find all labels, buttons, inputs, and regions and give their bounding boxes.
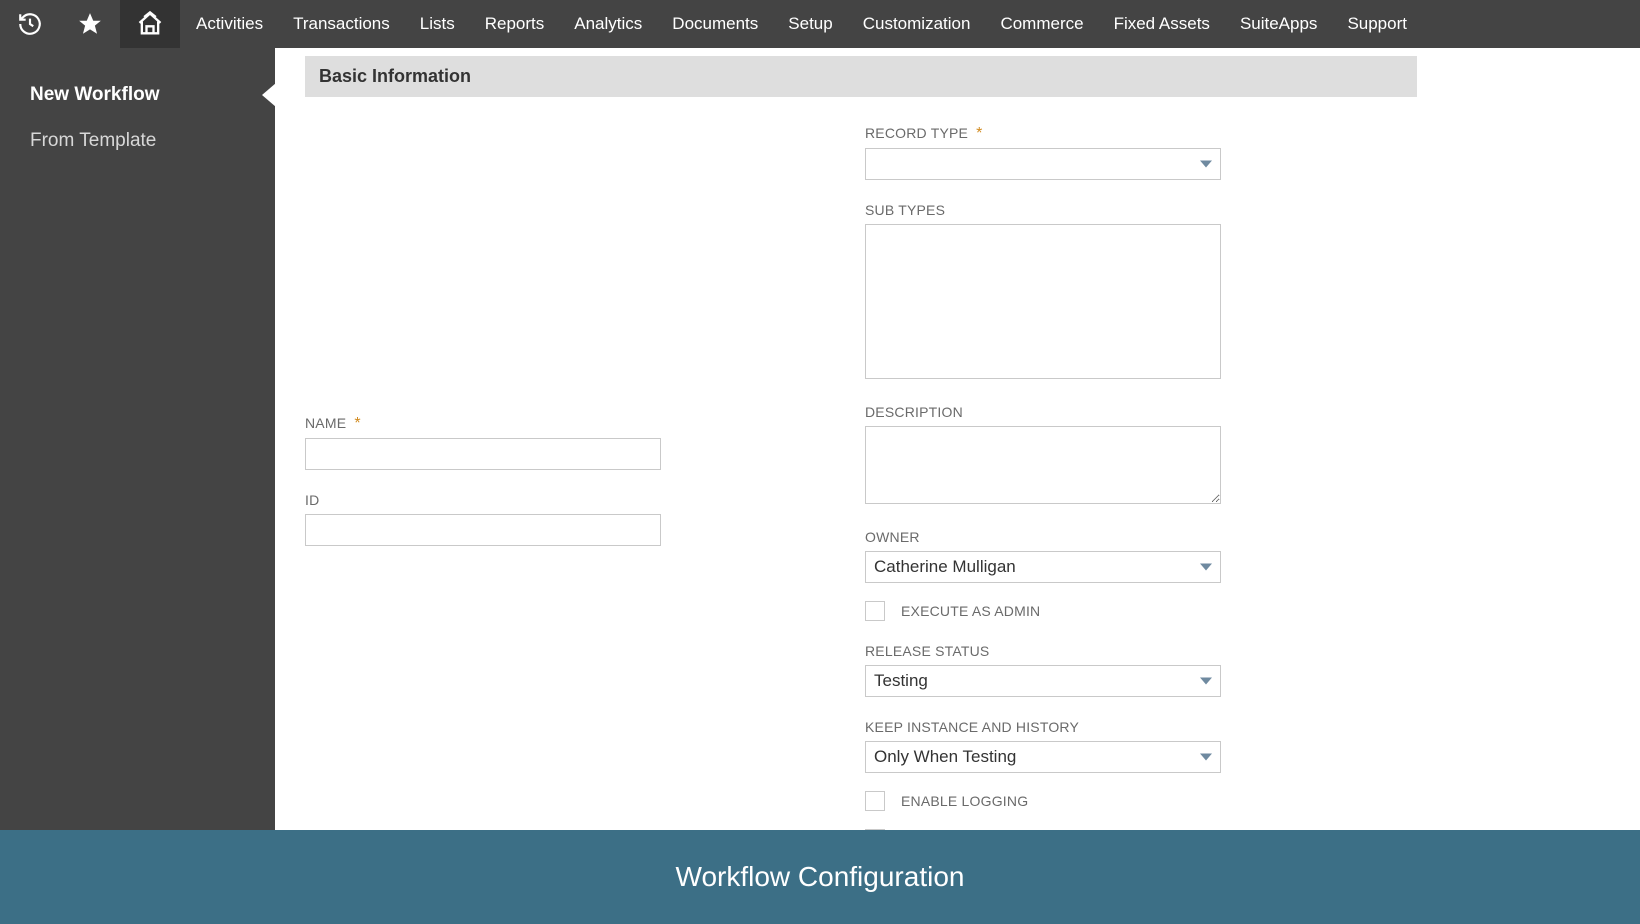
sub-types-label: SUB TYPES [865, 202, 1417, 218]
recent-icon[interactable] [0, 0, 60, 48]
name-input[interactable] [305, 438, 661, 470]
enable-logging-label: ENABLE LOGGING [901, 793, 1028, 809]
description-label: DESCRIPTION [865, 404, 1417, 420]
keep-instance-select[interactable]: Only When Testing [865, 741, 1221, 773]
nav-fixed-assets[interactable]: Fixed Assets [1114, 14, 1210, 34]
field-release-status: RELEASE STATUS Testing [865, 643, 1417, 697]
nav-support[interactable]: Support [1347, 14, 1407, 34]
sidebar-item-label: New Workflow [30, 84, 160, 105]
form-col-right: RECORD TYPE * SUB TYPES DESCRIPTION OWNE… [865, 125, 1417, 830]
main-content: Basic Information NAME * ID RECORD TYPE [275, 48, 1640, 830]
sub-types-input[interactable] [865, 224, 1221, 379]
nav-suiteapps[interactable]: SuiteApps [1240, 14, 1318, 34]
nav-reports[interactable]: Reports [485, 14, 545, 34]
name-label-text: NAME [305, 415, 346, 431]
release-status-value: Testing [874, 671, 928, 691]
section-header-basic-info: Basic Information [305, 56, 1417, 97]
chevron-down-icon [1200, 564, 1212, 571]
home-icon[interactable] [120, 0, 180, 48]
enable-logging-checkbox[interactable] [865, 791, 885, 811]
field-keep-instance: KEEP INSTANCE AND HISTORY Only When Test… [865, 719, 1417, 773]
execute-as-admin-label: EXECUTE AS ADMIN [901, 603, 1040, 619]
keep-instance-label: KEEP INSTANCE AND HISTORY [865, 719, 1417, 735]
footer-title: Workflow Configuration [676, 861, 965, 893]
form-col-left: NAME * ID [305, 125, 865, 830]
footer-bar: Workflow Configuration [0, 830, 1640, 924]
field-record-type: RECORD TYPE * [865, 125, 1417, 180]
record-type-label: RECORD TYPE * [865, 125, 1417, 142]
top-nav-icons [0, 0, 180, 48]
nav-customization[interactable]: Customization [863, 14, 971, 34]
execute-as-admin-checkbox[interactable] [865, 601, 885, 621]
id-label: ID [305, 492, 865, 508]
nav-lists[interactable]: Lists [420, 14, 455, 34]
sidebar-item-new-workflow[interactable]: New Workflow [0, 72, 275, 118]
record-type-select[interactable] [865, 148, 1221, 180]
name-label: NAME * [305, 415, 865, 432]
keep-instance-value: Only When Testing [874, 747, 1016, 767]
chevron-down-icon [1200, 754, 1212, 761]
release-status-label: RELEASE STATUS [865, 643, 1417, 659]
field-owner: OWNER Catherine Mulligan [865, 529, 1417, 583]
field-description: DESCRIPTION [865, 404, 1417, 507]
field-sub-types: SUB TYPES [865, 202, 1417, 382]
chevron-down-icon [1200, 161, 1212, 168]
nav-commerce[interactable]: Commerce [1000, 14, 1083, 34]
nav-analytics[interactable]: Analytics [574, 14, 642, 34]
required-star-icon: * [976, 125, 982, 142]
nav-setup[interactable]: Setup [788, 14, 832, 34]
top-nav: Activities Transactions Lists Reports An… [0, 0, 1640, 48]
sidebar-item-label: From Template [30, 130, 156, 151]
nav-documents[interactable]: Documents [672, 14, 758, 34]
form-grid: NAME * ID RECORD TYPE * [305, 125, 1417, 830]
star-icon[interactable] [60, 0, 120, 48]
top-nav-menu: Activities Transactions Lists Reports An… [180, 0, 1407, 48]
owner-label: OWNER [865, 529, 1417, 545]
required-star-icon: * [354, 415, 360, 432]
chevron-down-icon [1200, 678, 1212, 685]
sidebar-item-from-template[interactable]: From Template [0, 118, 275, 164]
record-type-label-text: RECORD TYPE [865, 125, 968, 141]
nav-transactions[interactable]: Transactions [293, 14, 390, 34]
description-input[interactable] [865, 426, 1221, 504]
owner-select[interactable]: Catherine Mulligan [865, 551, 1221, 583]
owner-value: Catherine Mulligan [874, 557, 1016, 577]
id-input[interactable] [305, 514, 661, 546]
field-enable-logging: ENABLE LOGGING [865, 791, 1417, 811]
release-status-select[interactable]: Testing [865, 665, 1221, 697]
nav-activities[interactable]: Activities [196, 14, 263, 34]
field-id: ID [305, 492, 865, 546]
field-name: NAME * [305, 415, 865, 470]
sidebar: New Workflow From Template [0, 48, 275, 924]
field-execute-as-admin: EXECUTE AS ADMIN [865, 601, 1417, 621]
